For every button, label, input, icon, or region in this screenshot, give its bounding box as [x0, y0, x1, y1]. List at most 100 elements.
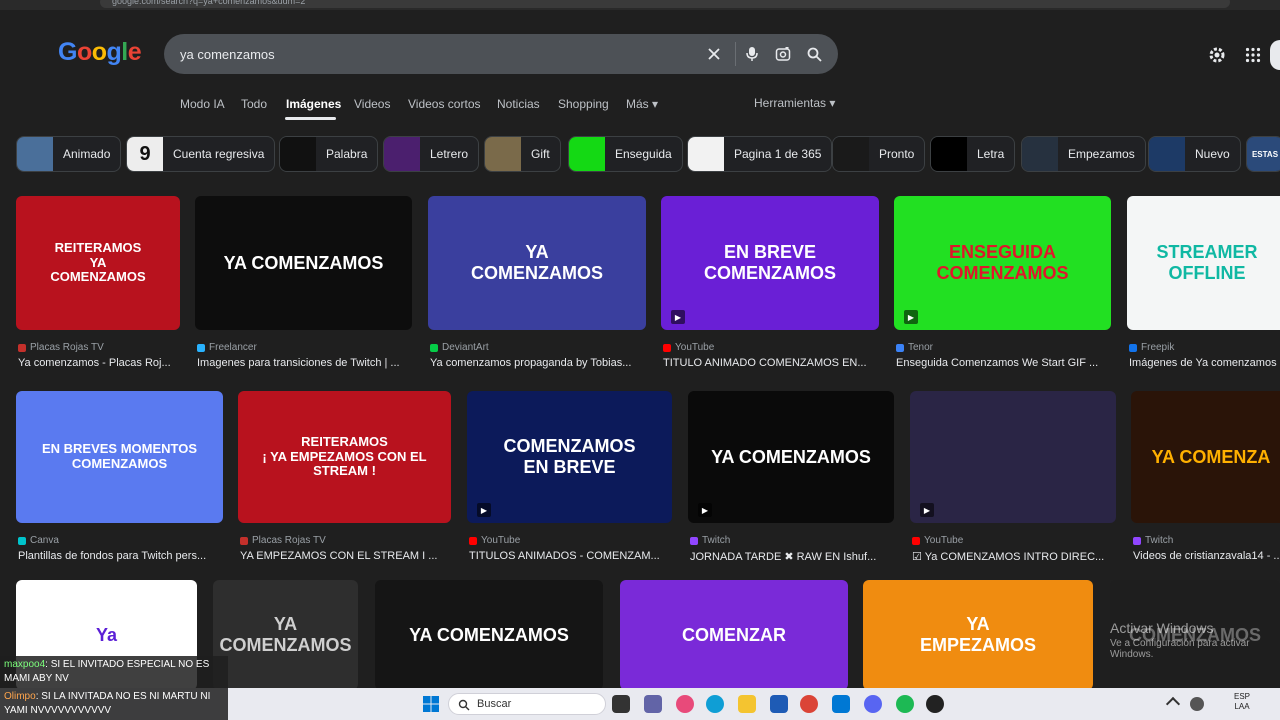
result-title[interactable]: YA EMPEZAMOS CON EL STREAM I ... — [240, 550, 453, 562]
result-source[interactable]: YouTube — [469, 535, 520, 546]
result-thumbnail[interactable] — [910, 391, 1116, 523]
image-result[interactable]: REITERAMOS ¡ YA EMPEZAMOS CON EL STREAM … — [238, 391, 451, 563]
image-result[interactable]: YA COMENZA Twitch Videos de cristianzavala… — [1131, 391, 1280, 563]
edge-icon[interactable] — [706, 695, 724, 713]
image-result[interactable]: ENSEGUIDA COMENZAMOS ▶ Tenor Enseguida Come… — [894, 196, 1111, 370]
result-thumbnail[interactable]: REITERAMOS ¡ YA EMPEZAMOS CON EL STREAM … — [238, 391, 451, 523]
chip-empezamos[interactable]: Empezamos — [1021, 136, 1146, 172]
tab-modo-ia[interactable]: Modo IA — [180, 97, 225, 111]
chip-enseguida[interactable]: Enseguida — [568, 136, 683, 172]
language-indicator[interactable]: ESP LAA — [1234, 692, 1250, 712]
taskbar-search[interactable]: Buscar — [448, 693, 606, 715]
result-title[interactable]: TITULOS ANIMADOS - COMENZAM... — [469, 550, 674, 562]
favicon-icon — [197, 343, 205, 352]
account-avatar[interactable] — [1270, 40, 1280, 70]
result-title[interactable]: Ya comenzamos - Placas Roj... — [18, 357, 182, 369]
copilot-icon[interactable] — [676, 695, 694, 713]
chip-letra[interactable]: Letra — [930, 136, 1016, 172]
chip-estas[interactable]: ESTAS — [1246, 136, 1280, 172]
result-title[interactable]: Ya comenzamos propaganda by Tobias... — [430, 357, 648, 369]
result-title[interactable]: JORNADA TARDE ✖ RAW EN Ishuf... — [690, 550, 896, 563]
result-thumbnail[interactable]: YA COMENZAMOS — [195, 196, 412, 330]
chip-palabra[interactable]: Palabra — [279, 136, 379, 172]
tab-shopping[interactable]: Shopping — [558, 97, 609, 111]
outlook-icon[interactable] — [832, 695, 850, 713]
image-result[interactable]: YA COMENZAMOS DeviantArt Ya comenzamos pro… — [428, 196, 646, 370]
result-thumbnail[interactable]: YA COMENZAMOS — [428, 196, 646, 330]
result-thumbnail[interactable]: EN BREVES MOMENTOS COMENZAMOS — [16, 391, 223, 523]
result-source[interactable]: YouTube — [663, 342, 714, 353]
discord-icon[interactable] — [864, 695, 882, 713]
spotify-icon[interactable] — [896, 695, 914, 713]
tab-noticias[interactable]: Noticias — [497, 97, 540, 111]
chrome-icon[interactable] — [800, 695, 818, 713]
tab-imagenes[interactable]: Imágenes — [286, 97, 341, 111]
result-thumbnail[interactable]: COMENZAMOS EN BREVE — [467, 391, 672, 523]
chevron-up-icon[interactable] — [1165, 696, 1181, 712]
tools-button[interactable]: Herramientas ▾ — [754, 96, 835, 110]
image-result[interactable]: YA COMENZAMOS ▶ Twitch JORNADA TARDE ✖ RAW … — [688, 391, 894, 563]
chip-nuevo[interactable]: Nuevo — [1148, 136, 1241, 172]
chip-gift[interactable]: Gift — [484, 136, 561, 172]
result-source[interactable]: Placas Rojas TV — [18, 342, 104, 353]
result-thumbnail[interactable]: YA COMENZA — [1131, 391, 1280, 523]
result-thumbnail[interactable]: YA COMENZAMOS — [213, 580, 358, 690]
result-thumbnail[interactable]: STREAMER OFFLINE — [1127, 196, 1280, 330]
result-thumbnail[interactable]: EN BREVE COMENZAMOS — [661, 196, 879, 330]
result-title[interactable]: Imágenes de Ya comenzamos — [1129, 357, 1280, 369]
result-source[interactable]: DeviantArt — [430, 342, 489, 353]
settings-gear-icon[interactable] — [1206, 44, 1228, 66]
result-title[interactable]: Imagenes para transiciones de Twitch | .… — [197, 357, 414, 369]
result-title[interactable]: Enseguida Comenzamos We Start GIF ... — [896, 357, 1113, 369]
clear-icon[interactable] — [704, 44, 724, 64]
image-result[interactable]: REITERAMOS YA COMENZAMOS Placas Rojas TV Y… — [16, 196, 180, 370]
image-result[interactable]: COMENZAMOS EN BREVE ▶ YouTube TITULOS ANIMA… — [467, 391, 672, 563]
result-source[interactable]: Twitch — [1133, 535, 1173, 546]
result-source[interactable]: Freelancer — [197, 342, 257, 353]
google-logo[interactable]: Google — [58, 38, 142, 67]
tab-videos[interactable]: Videos — [354, 97, 390, 111]
result-source[interactable]: Tenor — [896, 342, 933, 353]
image-result[interactable]: EN BREVES MOMENTOS COMENZAMOS Canva Planti… — [16, 391, 223, 563]
windows-start-icon[interactable] — [423, 696, 439, 712]
image-result[interactable]: STREAMER OFFLINE Freepik Imágenes de Ya co… — [1127, 196, 1280, 370]
tab-videos-cortos[interactable]: Videos cortos — [408, 97, 481, 111]
search-input[interactable] — [180, 44, 680, 64]
microphone-icon[interactable] — [742, 44, 762, 64]
search-icon[interactable] — [804, 44, 824, 64]
apps-grid-icon[interactable] — [1242, 44, 1264, 66]
address-bar[interactable]: google.com/search?q=ya+comenzamos&udm=2 — [100, 0, 1230, 8]
result-source[interactable]: Canva — [18, 535, 59, 546]
result-source[interactable]: Twitch — [690, 535, 730, 546]
result-thumbnail[interactable]: YA COMENZAMOS — [688, 391, 894, 523]
tab-mas[interactable]: Más ▾ — [626, 97, 658, 111]
image-result[interactable]: EN BREVE COMENZAMOS ▶ YouTube TITULO ANIMAD… — [661, 196, 879, 370]
result-title[interactable]: Videos de cristianzavala14 - ... — [1133, 550, 1280, 562]
chip-pronto[interactable]: Pronto — [832, 136, 926, 172]
result-thumbnail[interactable]: YA EMPEZAMOS — [863, 580, 1093, 690]
image-result[interactable]: ▶ YouTube ☑ Ya COMENZAMOS INTRO DIREC... — [910, 391, 1116, 563]
chip-pagina-1-de-365[interactable]: Pagina 1 de 365 — [687, 136, 833, 172]
chip-cuenta-regresiva[interactable]: 9 Cuenta regresiva — [126, 136, 276, 172]
result-thumbnail[interactable]: REITERAMOS YA COMENZAMOS — [16, 196, 180, 330]
result-source[interactable]: Freepik — [1129, 342, 1174, 353]
result-thumbnail[interactable]: YA COMENZAMOS — [375, 580, 603, 690]
tab-todo[interactable]: Todo — [241, 97, 267, 111]
result-title[interactable]: Plantillas de fondos para Twitch pers... — [18, 550, 225, 562]
result-title[interactable]: TITULO ANIMADO COMENZAMOS EN... — [663, 357, 881, 369]
image-result[interactable]: YA COMENZAMOS Freelancer Imagenes para tra… — [195, 196, 412, 370]
task-view-icon[interactable] — [612, 695, 630, 713]
chip-animado[interactable]: Animado — [16, 136, 122, 172]
file-explorer-icon[interactable] — [738, 695, 756, 713]
onedrive-icon[interactable] — [1190, 697, 1204, 711]
lens-icon[interactable] — [773, 44, 793, 64]
chip-letrero[interactable]: Letrero — [383, 136, 480, 172]
result-thumbnail[interactable]: COMENZAR — [620, 580, 848, 690]
result-source[interactable]: YouTube — [912, 535, 963, 546]
result-title[interactable]: ☑ Ya COMENZAMOS INTRO DIREC... — [912, 550, 1118, 563]
result-source[interactable]: Placas Rojas TV — [240, 535, 326, 546]
result-thumbnail[interactable]: ENSEGUIDA COMENZAMOS — [894, 196, 1111, 330]
store-icon[interactable] — [770, 695, 788, 713]
obs-icon[interactable] — [926, 695, 944, 713]
teams-icon[interactable] — [644, 695, 662, 713]
